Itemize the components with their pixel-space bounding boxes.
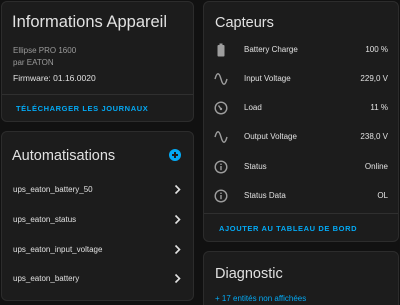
sensor-value: 238,0 V xyxy=(360,132,388,141)
sensor-value: OL xyxy=(377,191,388,200)
automations-title: Automatisations xyxy=(12,148,116,164)
diagnostic-card: Diagnostic + 17 entités non affichées xyxy=(203,251,399,305)
download-logs-button[interactable]: TÉLÉCHARGER LES JOURNAUX xyxy=(16,104,148,113)
sensor-value: 229,0 V xyxy=(360,74,388,83)
chevron-right-icon xyxy=(174,244,181,255)
sensor-value: 100 % xyxy=(365,45,388,54)
sensor-row-status-data[interactable]: Status Data OL xyxy=(204,186,398,208)
device-info-title: Informations Appareil xyxy=(12,13,168,31)
automation-item[interactable]: ups_eaton_input_voltage xyxy=(2,237,193,263)
sensor-row-battery-charge[interactable]: Battery Charge 100 % xyxy=(204,40,398,62)
info-icon xyxy=(214,160,228,174)
sensor-name: Battery Charge xyxy=(244,45,298,54)
device-model: Ellipse PRO 1600 xyxy=(13,46,77,55)
sensor-name: Status Data xyxy=(244,191,286,200)
chevron-right-icon xyxy=(174,273,181,284)
device-info-card: Informations Appareil Ellipse PRO 1600 p… xyxy=(1,1,194,122)
sensor-row-input-voltage[interactable]: Input Voltage 229,0 V xyxy=(204,69,398,91)
sine-wave-icon xyxy=(214,131,228,143)
add-automation-button[interactable] xyxy=(169,149,181,161)
chevron-right-icon xyxy=(174,184,181,195)
automation-label: ups_eaton_status xyxy=(13,215,77,224)
sensor-row-load[interactable]: Load 11 % xyxy=(204,98,398,120)
sensor-name: Output Voltage xyxy=(244,132,297,141)
sensor-name: Input Voltage xyxy=(244,74,291,83)
hidden-entities-link[interactable]: + 17 entités non affichées xyxy=(215,294,306,303)
divider xyxy=(204,213,398,214)
sensor-value: Online xyxy=(364,162,388,171)
automation-label: ups_eaton_battery_50 xyxy=(13,185,93,194)
sensor-row-status[interactable]: Status Online xyxy=(204,157,398,179)
divider xyxy=(2,94,193,95)
device-firmware: Firmware: 01.16.0020 xyxy=(13,73,96,83)
device-manufacturer: par EATON xyxy=(13,58,54,67)
sensor-value: 11 % xyxy=(370,103,388,112)
battery-icon xyxy=(217,43,225,57)
sensor-row-output-voltage[interactable]: Output Voltage 238,0 V xyxy=(204,127,398,149)
diagnostic-title: Diagnostic xyxy=(215,266,283,282)
automations-card: Automatisations ups_eaton_battery_50 ups… xyxy=(1,131,194,301)
automation-label: ups_eaton_input_voltage xyxy=(13,245,103,254)
automation-label: ups_eaton_battery xyxy=(13,274,80,283)
gauge-icon xyxy=(214,101,228,115)
sensors-card: Capteurs Battery Charge 100 % Input Volt… xyxy=(203,1,399,242)
automation-item[interactable]: ups_eaton_battery xyxy=(2,266,193,292)
sensors-title: Capteurs xyxy=(215,15,274,31)
automation-item[interactable]: ups_eaton_battery_50 xyxy=(2,177,193,203)
info-icon xyxy=(214,189,228,203)
chevron-right-icon xyxy=(174,214,181,225)
sine-wave-icon xyxy=(214,73,228,85)
automation-item[interactable]: ups_eaton_status xyxy=(2,207,193,233)
sensor-name: Load xyxy=(244,103,262,112)
sensor-name: Status xyxy=(244,162,267,171)
add-to-dashboard-button[interactable]: AJOUTER AU TABLEAU DE BORD xyxy=(219,224,357,233)
